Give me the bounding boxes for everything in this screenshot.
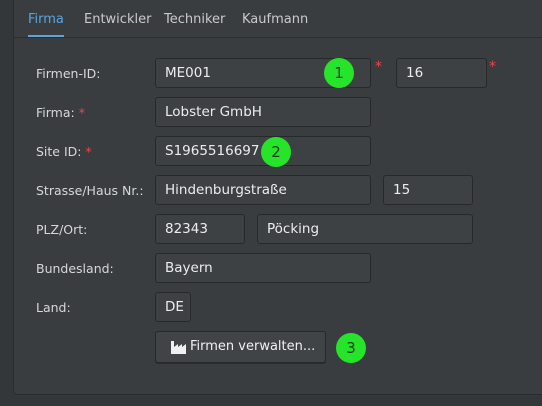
required-marker: *	[489, 59, 496, 75]
manage-companies-label: Firmen verwalten...	[190, 339, 316, 354]
required-marker: *	[78, 105, 85, 120]
tab-entwickler[interactable]: Entwickler	[84, 12, 151, 36]
land-label: Land:	[36, 300, 71, 315]
firma-label: Firma: *	[36, 105, 85, 120]
plz-ort-label: PLZ/Ort:	[36, 222, 88, 237]
site-id-label: Site ID: *	[36, 144, 92, 159]
firma-field[interactable]: Lobster GmbH	[155, 97, 371, 127]
manage-companies-button[interactable]: Firmen verwalten...	[155, 331, 326, 363]
firma-label-text: Firma:	[36, 105, 75, 120]
bundesland-field[interactable]: Bayern	[155, 253, 371, 283]
ort-field[interactable]: Pöcking	[257, 214, 473, 244]
plz-field[interactable]: 82343	[155, 214, 245, 244]
required-marker: *	[375, 59, 382, 75]
tab-firma[interactable]: Firma	[28, 12, 64, 37]
site-id-label-text: Site ID:	[36, 144, 82, 159]
firmen-id-suffix-field[interactable]: 16	[396, 58, 487, 88]
tab-kaufmann[interactable]: Kaufmann	[242, 12, 308, 36]
tab-bar: Firma Entwickler Techniker Kaufmann	[13, 0, 542, 38]
annotation-badge-2: 2	[261, 137, 291, 167]
firmen-id-label: Firmen-ID:	[36, 66, 101, 81]
strasse-field[interactable]: Hindenburgstraße	[155, 175, 371, 205]
hausnr-field[interactable]: 15	[383, 175, 473, 205]
strasse-label: Strasse/Haus Nr.:	[36, 183, 144, 198]
tab-techniker[interactable]: Techniker	[164, 12, 225, 36]
annotation-badge-3: 3	[336, 333, 366, 363]
land-field[interactable]: DE	[155, 292, 191, 322]
annotation-badge-1: 1	[324, 58, 354, 88]
required-marker: *	[85, 144, 92, 159]
bundesland-label: Bundesland:	[36, 261, 114, 276]
factory-icon	[171, 341, 186, 354]
